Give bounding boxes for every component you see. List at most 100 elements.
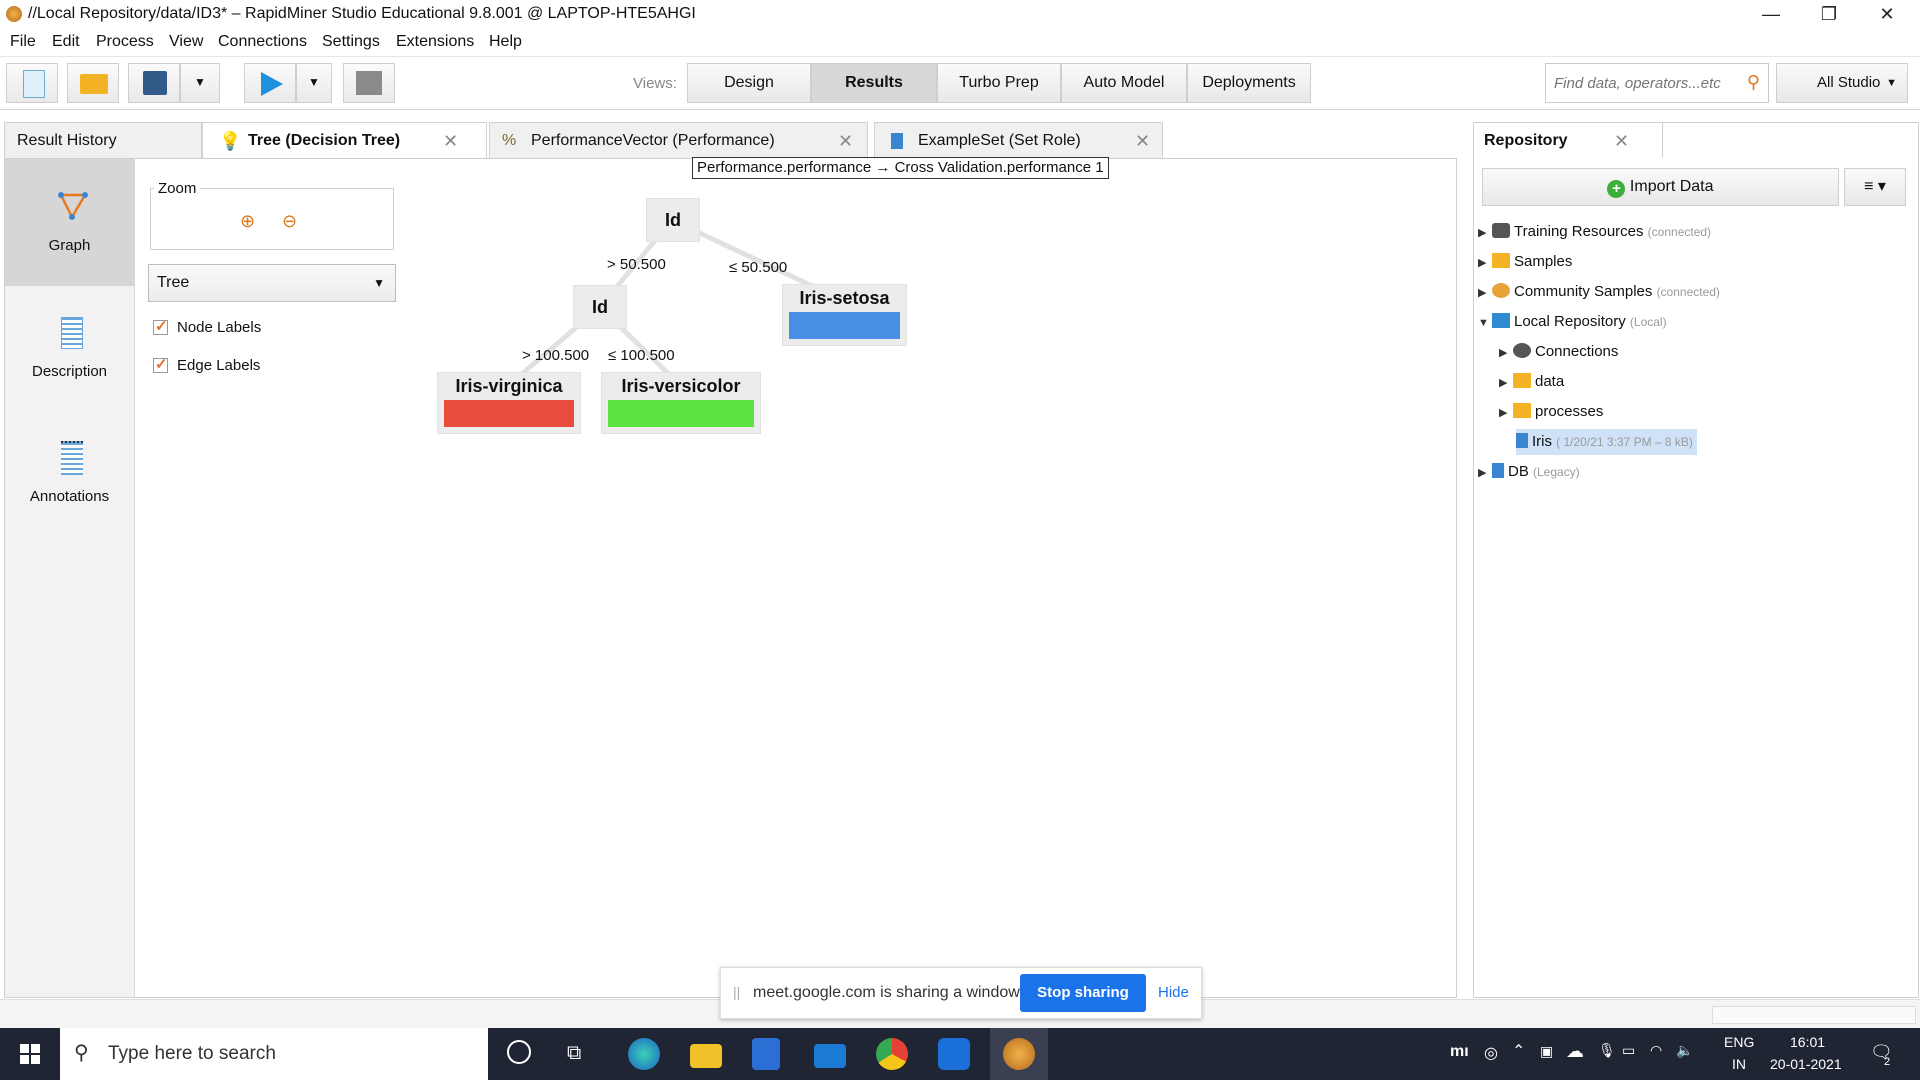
chrome-icon[interactable] xyxy=(876,1038,908,1070)
drag-handle-icon[interactable]: || xyxy=(733,984,740,1000)
taskbar-search[interactable]: ⚲ Type here to search xyxy=(60,1028,488,1080)
repo-item-label: DB xyxy=(1508,463,1529,480)
expand-icon[interactable]: ▶ xyxy=(1478,460,1492,486)
share-message: meet.google.com is sharing a window. xyxy=(753,984,1024,1001)
repo-item-label: Local Repository xyxy=(1514,313,1626,330)
collapse-icon[interactable]: ▼ xyxy=(1478,310,1492,336)
tree-node-inner[interactable]: Id xyxy=(574,286,626,328)
repo-item-db[interactable]: ▶ DB (Legacy) xyxy=(1478,459,1580,485)
expand-icon[interactable]: ▶ xyxy=(1478,280,1492,306)
battery-icon[interactable]: ▭ xyxy=(1622,1042,1635,1059)
cortana-icon[interactable] xyxy=(507,1040,531,1064)
repo-item-processes[interactable]: ▶ processes xyxy=(1499,399,1603,425)
app-icon[interactable] xyxy=(938,1038,970,1070)
search-icon[interactable]: ⚲ xyxy=(1747,72,1760,93)
leaf-class-bar xyxy=(444,400,574,427)
folder-icon xyxy=(1513,403,1531,418)
repo-item-status: (connected) xyxy=(1647,225,1712,239)
clock-date[interactable]: 20-01-2021 xyxy=(1770,1056,1842,1072)
repo-item-label: Samples xyxy=(1514,253,1573,270)
search-scope-value: All Studio xyxy=(1817,74,1881,91)
chevron-up-icon[interactable]: ⌃ xyxy=(1512,1041,1525,1061)
store-icon[interactable] xyxy=(752,1038,780,1070)
repo-item-label: Iris xyxy=(1532,433,1552,450)
minimize-button[interactable]: — xyxy=(1742,0,1800,29)
computer-icon xyxy=(1492,313,1510,328)
edge-label: > 50.500 xyxy=(607,256,666,273)
mail-icon[interactable] xyxy=(814,1044,846,1068)
edge-browser-icon[interactable] xyxy=(628,1038,660,1070)
tab-label: Repository xyxy=(1484,132,1568,149)
repo-item-status: (connected) xyxy=(1656,285,1720,299)
stop-sharing-button[interactable]: Stop sharing xyxy=(1020,974,1146,1012)
view-deployments-button[interactable]: Deployments xyxy=(1187,63,1311,103)
repo-item-label: processes xyxy=(1535,403,1604,420)
language-code[interactable]: ENG xyxy=(1724,1034,1754,1050)
task-view-icon[interactable]: ⧉ xyxy=(567,1042,581,1065)
leaf-label: Iris-setosa xyxy=(799,288,890,308)
community-icon xyxy=(1492,283,1510,298)
table-icon xyxy=(1516,433,1528,448)
expand-icon[interactable]: ▶ xyxy=(1478,220,1492,246)
folder-icon xyxy=(1492,253,1510,268)
status-progress xyxy=(1712,1006,1916,1024)
training-icon xyxy=(1492,223,1510,238)
cloud-icon[interactable]: ☁ xyxy=(1566,1041,1584,1062)
tree-leaf-versicolor[interactable]: Iris-versicolor xyxy=(602,373,760,433)
repo-item-iris[interactable]: Iris ( 1/20/21 3:37 PM – 8 kB) xyxy=(1516,429,1697,455)
tree-leaf-virginica[interactable]: Iris-virginica xyxy=(438,373,580,433)
windows-start-icon[interactable] xyxy=(20,1044,40,1064)
database-icon xyxy=(1492,463,1504,478)
import-data-label: Import Data xyxy=(1629,178,1714,195)
clock-time[interactable]: 16:01 xyxy=(1790,1034,1825,1050)
expand-icon[interactable]: ▶ xyxy=(1499,370,1513,396)
tree-leaf-setosa[interactable]: Iris-setosa xyxy=(783,285,906,345)
sidebar-item-label: Annotations xyxy=(29,488,110,505)
import-data-button[interactable]: + Import Data xyxy=(1482,168,1839,206)
expand-icon[interactable]: ▶ xyxy=(1478,250,1492,276)
microphone-icon[interactable]: 🎙 xyxy=(1598,1042,1616,1059)
global-search-input[interactable] xyxy=(1552,74,1736,93)
repo-item-label: Connections xyxy=(1535,343,1619,360)
repository-menu-button[interactable]: ≡ ▾ xyxy=(1844,168,1906,206)
repo-item-community-samples[interactable]: ▶ Community Samples (connected) xyxy=(1478,279,1720,305)
rapidminer-icon xyxy=(1003,1038,1035,1070)
search-icon: ⚲ xyxy=(74,1042,89,1064)
close-tab-icon[interactable]: ✕ xyxy=(1135,123,1150,159)
plus-icon: + xyxy=(1607,180,1626,198)
repo-item-connections[interactable]: ▶ Connections xyxy=(1499,339,1618,365)
view-auto-model-button[interactable]: Auto Model xyxy=(1061,63,1187,103)
region-code[interactable]: IN xyxy=(1732,1056,1746,1072)
volume-icon[interactable]: 🔈 xyxy=(1676,1042,1693,1059)
maximize-button[interactable]: ❐ xyxy=(1800,0,1858,29)
connections-icon xyxy=(1513,343,1531,358)
leaf-label: Iris-versicolor xyxy=(621,376,741,396)
close-window-button[interactable]: ✕ xyxy=(1858,0,1916,29)
expand-icon[interactable]: ▶ xyxy=(1499,340,1513,366)
expand-icon[interactable]: ▶ xyxy=(1499,400,1513,426)
repo-item-local-repository[interactable]: ▼ Local Repository (Local) xyxy=(1478,309,1667,335)
repo-item-samples[interactable]: ▶ Samples xyxy=(1478,249,1572,275)
leaf-class-bar xyxy=(789,312,900,339)
edge-label: > 100.500 xyxy=(522,347,590,364)
close-tab-icon[interactable]: ✕ xyxy=(1614,123,1629,159)
repo-item-status: (Legacy) xyxy=(1533,465,1580,479)
hide-button[interactable]: Hide xyxy=(1158,984,1189,1001)
sync-icon[interactable]: ◎ xyxy=(1484,1043,1498,1063)
camera-icon[interactable]: ▣ xyxy=(1540,1043,1553,1060)
leaf-label: Iris-virginica xyxy=(455,376,563,396)
file-explorer-icon[interactable] xyxy=(690,1044,722,1068)
notification-count: 2 xyxy=(1884,1056,1891,1068)
tree-node-root[interactable]: Id xyxy=(647,199,699,241)
repo-item-training-resources[interactable]: ▶ Training Resources (connected) xyxy=(1478,219,1711,245)
mi-icon[interactable]: mı xyxy=(1450,1043,1469,1061)
folder-icon xyxy=(1513,373,1531,388)
wifi-icon[interactable]: ◠ xyxy=(1650,1042,1662,1059)
repo-item-data[interactable]: ▶ data xyxy=(1499,369,1564,395)
search-scope-dropdown[interactable]: All Studio ▼ xyxy=(1776,63,1908,103)
global-search[interactable]: ⚲ xyxy=(1545,63,1769,103)
tab-repository[interactable]: Repository ✕ xyxy=(1473,122,1663,158)
edge-label: ≤ 50.500 xyxy=(729,259,788,276)
repo-item-label: Community Samples xyxy=(1514,283,1653,300)
repo-item-label: data xyxy=(1535,373,1565,390)
